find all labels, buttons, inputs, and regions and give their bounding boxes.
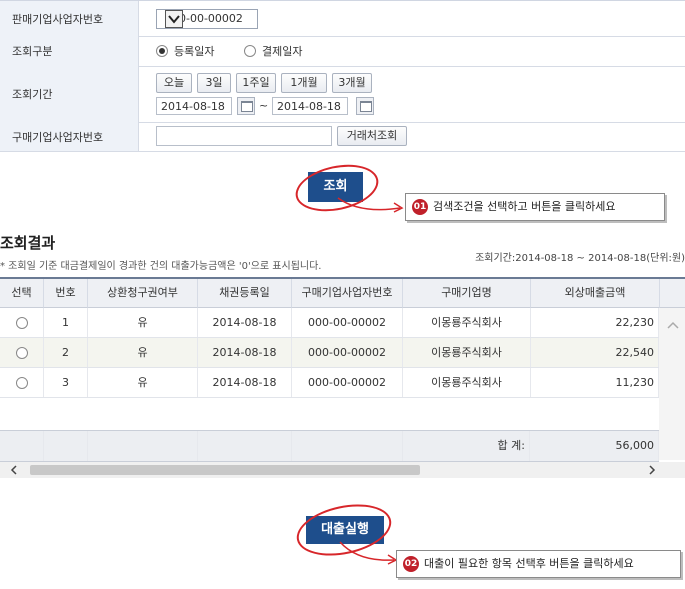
period-today-button[interactable]: 오늘 [156,73,192,93]
total-value: 56,000 [531,431,659,461]
row-number: 1 [44,308,88,337]
calendar-icon[interactable] [356,97,374,115]
callout-1-number: 01 [412,199,428,215]
row-recourse: 유 [88,368,198,397]
col-buyer-no: 구매기업사업자번호 [292,279,403,308]
query-type-label: 조회구분 [12,45,53,58]
results-period-info: 조회기간:2014-08-18 ~ 2014-08-18(단위:원) [475,253,685,264]
period-label: 조회기간 [12,88,53,101]
row-recourse: 유 [88,338,198,367]
col-reg-date: 채권등록일 [198,279,292,308]
query-type-row: 조회구분 등록일자 결제일자 [0,36,685,67]
date-from-input[interactable]: 2014-08-18 [156,97,232,115]
period-1week-button[interactable]: 1주일 [236,73,276,93]
row-select-radio[interactable] [16,377,28,389]
period-3month-button[interactable]: 3개월 [332,73,372,93]
period-row: 조회기간 오늘 3일 1주일 1개월 3개월 2014-08-18 ~ 2014… [0,66,685,123]
callout-arrow [337,197,404,213]
chevron-right-icon[interactable] [648,465,656,475]
results-grid: 선택 번호 상환청구권여부 채권등록일 구매기업사업자번호 구매기업명 외상매출… [0,277,685,479]
total-label: 합 계: [403,431,530,461]
radio-reg-date[interactable] [156,45,168,57]
row-number: 2 [44,338,88,367]
row-reg-date: 2014-08-18 [198,308,292,337]
row-buyer-name: 이몽룡주식회사 [403,368,531,397]
chevron-down-icon[interactable] [165,10,183,28]
row-reg-date: 2014-08-18 [198,368,292,397]
total-row: 합 계: 56,000 [0,430,659,462]
seller-row: 판매기업사업자번호 000-00-00002 [0,1,685,37]
col-number: 번호 [44,279,88,308]
row-select-radio[interactable] [16,317,28,329]
row-amount: 22,540 [531,338,659,367]
callout-1-text: 검색조건을 선택하고 버튼을 클릭하세요 [433,200,616,213]
table-row[interactable]: 1 유 2014-08-18 000-00-00002 이몽룡주식회사 22,2… [0,308,659,338]
results-note: * 조회일 기준 대금결제일이 경과한 건의 대출가능금액은 '0'으로 표시됩… [0,261,322,272]
callout-1: 01 검색조건을 선택하고 버튼을 클릭하세요 [405,193,665,221]
buyer-input[interactable] [156,126,332,146]
callout-2-text: 대출이 필요한 항목 선택후 버튼을 클릭하세요 [424,557,634,570]
row-buyer-name: 이몽룡주식회사 [403,338,531,367]
row-amount: 11,230 [531,368,659,397]
row-amount: 22,230 [531,308,659,337]
row-buyer-no: 000-00-00002 [292,368,403,397]
seller-select[interactable]: 000-00-00002 [156,9,258,29]
buyer-label: 구매기업사업자번호 [12,130,104,144]
date-to-input[interactable]: 2014-08-18 [272,97,348,115]
row-buyer-name: 이몽룡주식회사 [403,308,531,337]
row-recourse: 유 [88,308,198,337]
row-number: 3 [44,368,88,397]
seller-label: 판매기업사업자번호 [12,12,104,26]
results-title: 조회결과 [0,234,56,252]
buyer-search-button[interactable]: 거래처조회 [337,126,407,146]
row-buyer-no: 000-00-00002 [292,308,403,337]
row-buyer-no: 000-00-00002 [292,338,403,367]
search-form: 판매기업사업자번호 000-00-00002 조회구분 등록일자 결제일자 조회… [0,0,685,152]
date-separator: ~ [259,99,269,112]
callout-arrow [339,541,398,565]
table-row[interactable]: 2 유 2014-08-18 000-00-00002 이몽룡주식회사 22,5… [0,338,659,368]
period-1month-button[interactable]: 1개월 [281,73,327,93]
callout-2-number: 02 [403,556,419,572]
period-3day-button[interactable]: 3일 [197,73,231,93]
vertical-scrollbar[interactable] [659,308,685,460]
radio-reg-date-label: 등록일자 [174,45,215,58]
col-recourse: 상환청구권여부 [88,279,198,308]
radio-pay-date-label: 결제일자 [262,45,303,58]
col-select: 선택 [0,279,44,308]
calendar-icon[interactable] [237,97,255,115]
chevron-up-icon[interactable] [667,320,679,330]
row-select-radio[interactable] [16,347,28,359]
col-amount: 외상매출금액 [531,279,660,308]
col-buyer-name: 구매기업명 [403,279,531,308]
scrollbar-thumb[interactable] [30,465,420,475]
row-reg-date: 2014-08-18 [198,338,292,367]
radio-pay-date[interactable] [244,45,256,57]
chevron-left-icon[interactable] [10,465,18,475]
buyer-row: 구매기업사업자번호 거래처조회 [0,122,685,152]
horizontal-scrollbar[interactable] [0,462,685,478]
callout-2: 02 대출이 필요한 항목 선택후 버튼을 클릭하세요 [396,550,681,578]
table-row[interactable]: 3 유 2014-08-18 000-00-00002 이몽룡주식회사 11,2… [0,368,659,398]
